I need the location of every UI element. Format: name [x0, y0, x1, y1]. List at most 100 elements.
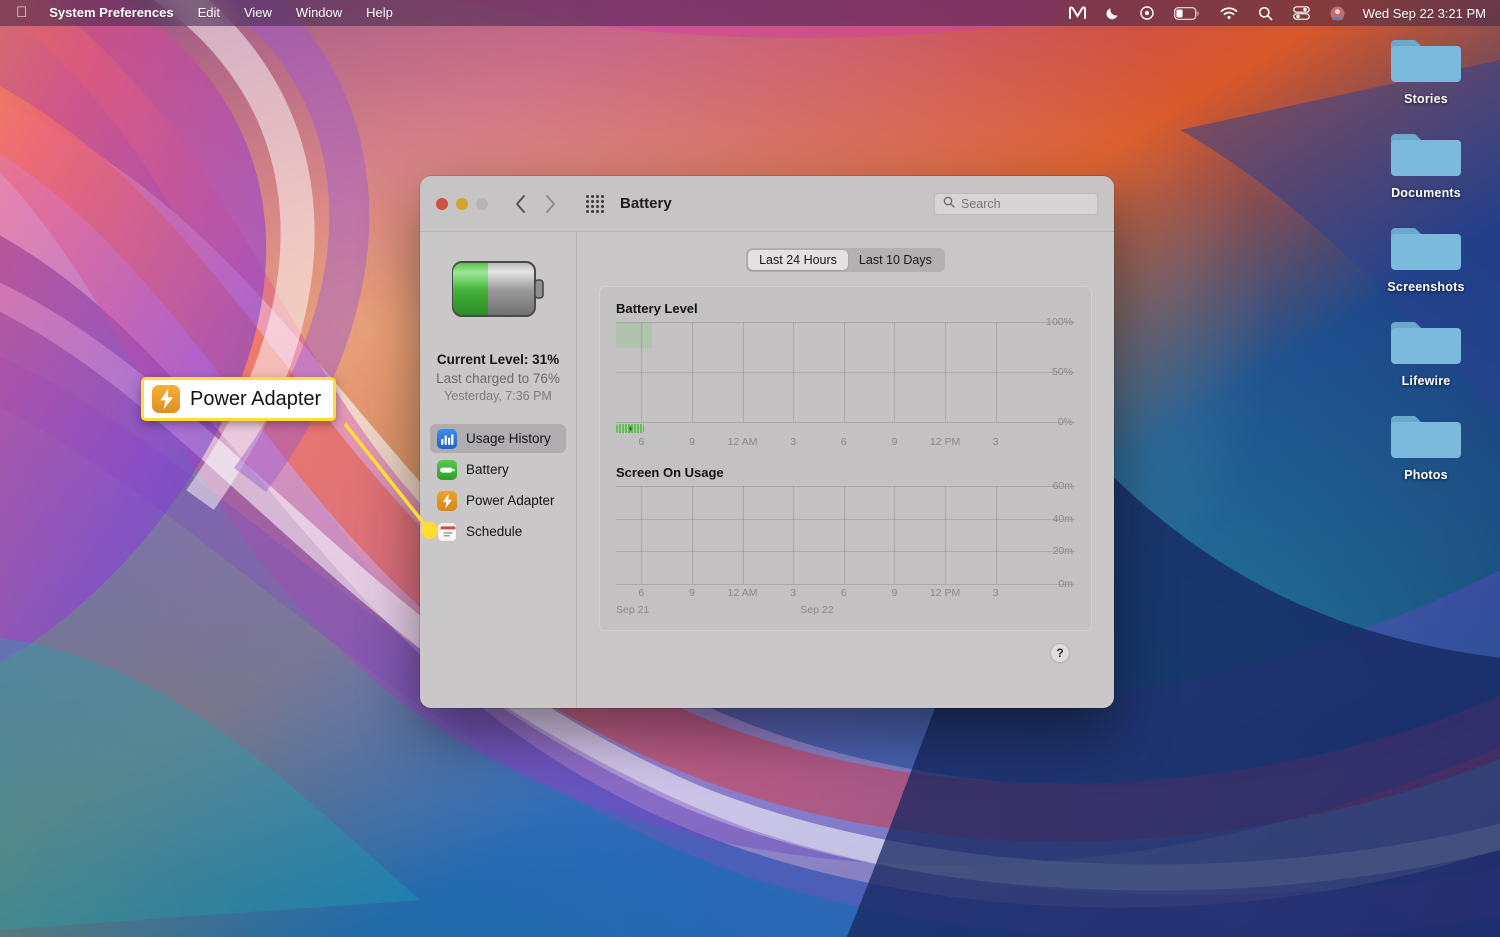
- apple-logo-icon[interactable]: : [14, 0, 37, 26]
- wifi-icon[interactable]: [1210, 0, 1248, 26]
- sidebar: Current Level: 31% Last charged to 76% Y…: [420, 232, 577, 708]
- sidebar-item-label: Usage History: [466, 431, 551, 446]
- window-title-bar[interactable]: Battery Search: [420, 176, 1114, 232]
- time-range-tabs[interactable]: Last 24 Hours Last 10 Days: [746, 248, 945, 272]
- battery-level-plot: 0%50%100%: [616, 322, 1021, 422]
- folder-icon: [1391, 124, 1461, 180]
- chevron-right-icon[interactable]: [542, 194, 558, 214]
- app-grid-icon[interactable]: [586, 195, 604, 213]
- grid-line-horizontal: [616, 584, 1075, 585]
- day-label: Sep 22: [800, 604, 833, 616]
- battery-icon: [437, 460, 457, 480]
- bar-series: [616, 322, 974, 422]
- y-axis-tick-label: 40m: [1053, 513, 1073, 525]
- tab-last-10-days[interactable]: Last 10 Days: [848, 250, 943, 270]
- screen-on-usage-x-axis: 6912 AM36912 PM3: [616, 587, 1021, 604]
- sidebar-nav: Usage History Battery: [420, 424, 576, 546]
- sidebar-item-battery[interactable]: Battery: [430, 455, 566, 484]
- desktop-folder-documents[interactable]: Documents: [1370, 124, 1482, 200]
- desktop-folder-stories[interactable]: Stories: [1370, 30, 1482, 106]
- folder-icon: [1391, 406, 1461, 462]
- do-not-disturb-moon-icon[interactable]: [1096, 0, 1130, 26]
- window-body: Current Level: 31% Last charged to 76% Y…: [420, 232, 1114, 708]
- help-row: ?: [599, 631, 1092, 663]
- y-axis-tick-label: 20m: [1053, 545, 1073, 557]
- x-axis-tick-label: 12 AM: [728, 436, 758, 448]
- chevron-left-icon[interactable]: [512, 194, 528, 214]
- x-axis-tick-label: 3: [993, 436, 999, 448]
- desktop-folder-lifewire[interactable]: Lifewire: [1370, 312, 1482, 388]
- x-axis-tick-label: 12 PM: [930, 436, 960, 448]
- x-axis-tick-label: 9: [892, 436, 898, 448]
- x-axis-tick-label: 12 PM: [930, 587, 960, 599]
- last-charged-time-text: Yesterday, 7:36 PM: [436, 388, 560, 406]
- sidebar-item-schedule[interactable]: Schedule: [430, 517, 566, 546]
- folder-label: Lifewire: [1402, 374, 1451, 388]
- sidebar-item-label: Schedule: [466, 524, 522, 539]
- callout-label: Power Adapter: [190, 388, 321, 411]
- current-level-text: Current Level: 31%: [436, 350, 560, 369]
- minimize-button[interactable]: [456, 198, 468, 210]
- charging-indicator-strip: [616, 424, 1021, 433]
- time-machine-icon[interactable]: [1130, 0, 1164, 26]
- y-axis-tick-label: 50%: [1052, 366, 1073, 378]
- battery-level-x-axis: 6912 AM36912 PM3: [616, 436, 1021, 453]
- y-axis-tick-label: 0m: [1058, 578, 1073, 590]
- callout-power-adapter: Power Adapter: [141, 377, 336, 421]
- sidebar-item-label: Battery: [466, 462, 509, 477]
- search-placeholder: Search: [961, 197, 1001, 211]
- search-icon: [943, 195, 955, 213]
- user-avatar-icon[interactable]: [1320, 0, 1355, 26]
- help-button[interactable]: ?: [1050, 643, 1070, 663]
- folder-label: Screenshots: [1387, 280, 1464, 294]
- menu-item-window[interactable]: Window: [284, 0, 354, 26]
- menu-bar-clock[interactable]: Wed Sep 22 3:21 PM: [1355, 6, 1486, 21]
- chart-title: Screen On Usage: [616, 465, 1075, 480]
- folder-icon: [1391, 30, 1461, 86]
- screen-on-usage-chart: Screen On Usage 0m20m40m60m 6912 AM36912…: [616, 465, 1075, 620]
- zoom-button[interactable]: [476, 198, 488, 210]
- folder-label: Documents: [1391, 186, 1461, 200]
- malwarebytes-icon[interactable]: [1059, 0, 1096, 26]
- system-preferences-window[interactable]: Battery Search: [420, 176, 1114, 708]
- menu-item-system-preferences[interactable]: System Preferences: [37, 0, 185, 26]
- search-icon[interactable]: [1248, 0, 1283, 26]
- folder-label: Stories: [1404, 92, 1448, 106]
- nav-buttons: [512, 194, 558, 214]
- x-axis-tick-label: 6: [841, 587, 847, 599]
- grid-line-horizontal: [616, 422, 1075, 423]
- day-label: Sep 21: [616, 604, 649, 616]
- menu-bar:  System Preferences Edit View Window He…: [0, 0, 1500, 26]
- menu-item-view[interactable]: View: [232, 0, 284, 26]
- menu-item-edit[interactable]: Edit: [186, 0, 232, 26]
- x-axis-tick-label: 9: [689, 587, 695, 599]
- chart-title: Battery Level: [616, 301, 1075, 316]
- y-axis-tick-label: 60m: [1053, 480, 1073, 492]
- x-axis-tick-label: 9: [689, 436, 695, 448]
- sidebar-item-usage-history[interactable]: Usage History: [430, 424, 566, 453]
- search-input[interactable]: Search: [934, 193, 1098, 215]
- charts-container: Battery Level 0%50%100% 6 9 12 AM 3 6 9 12 PM 3…: [599, 286, 1092, 631]
- sidebar-item-power-adapter[interactable]: Power Adapter: [430, 486, 566, 515]
- control-center-icon[interactable]: [1283, 0, 1320, 26]
- grid-line-vertical: [996, 322, 997, 422]
- menu-item-help[interactable]: Help: [354, 0, 405, 26]
- x-axis-tick-label: 9: [892, 587, 898, 599]
- tab-last-24-hours[interactable]: Last 24 Hours: [748, 250, 848, 270]
- x-axis-tick-label: 12 AM: [728, 587, 758, 599]
- lightning-bolt-icon: [616, 424, 644, 433]
- last-charged-text: Last charged to 76%: [436, 369, 560, 388]
- usage-history-icon: [437, 429, 457, 449]
- x-axis-tick-label: 6: [638, 436, 644, 448]
- screen-on-usage-day-axis: Sep 21 Sep 22: [616, 604, 1021, 620]
- close-button[interactable]: [436, 198, 448, 210]
- desktop-folder-screenshots[interactable]: Screenshots: [1370, 218, 1482, 294]
- x-axis-tick-label: 3: [790, 436, 796, 448]
- battery-icon[interactable]: [1164, 0, 1210, 26]
- desktop-folder-photos[interactable]: Photos: [1370, 406, 1482, 482]
- main-panel: Last 24 Hours Last 10 Days Battery Level…: [577, 232, 1114, 708]
- folder-icon: [1391, 218, 1461, 274]
- desktop-folder-list: Stories Documents Screenshots Lifewire: [1370, 30, 1482, 482]
- folder-label: Photos: [1404, 468, 1448, 482]
- schedule-calendar-icon: [437, 522, 457, 542]
